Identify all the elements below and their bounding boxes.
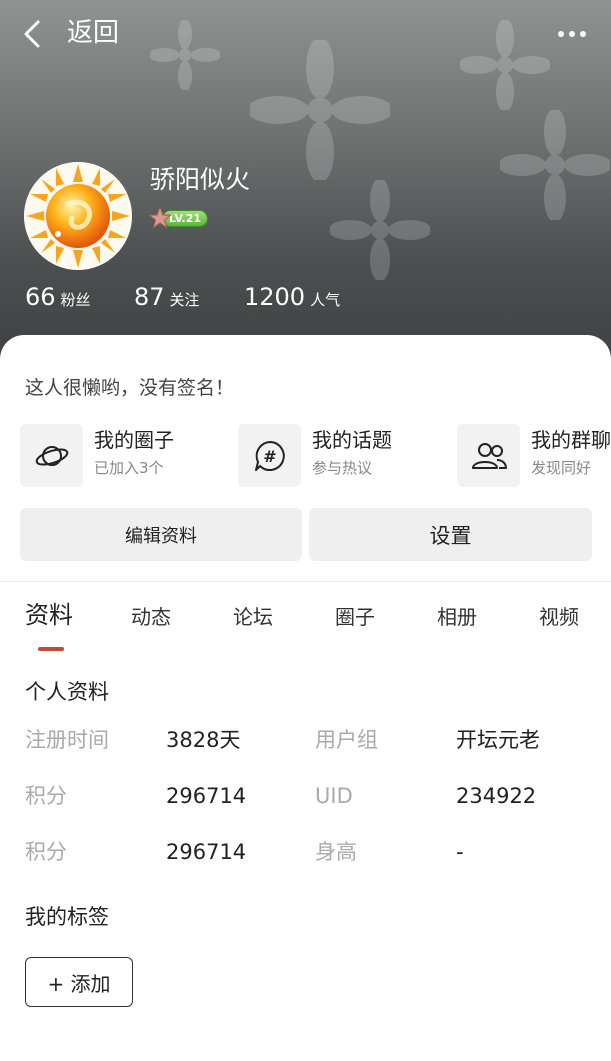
- add-tag-button[interactable]: + 添加: [25, 957, 133, 1007]
- stat-value: 87: [134, 283, 165, 311]
- quick-link-my-circles[interactable]: 我的圈子 已加入3个: [20, 424, 230, 488]
- avatar[interactable]: [24, 162, 132, 270]
- level-label: LV.21: [168, 212, 202, 225]
- back-label[interactable]: 返回: [67, 15, 119, 51]
- signature-text: 这人很懒哟，没有签名！: [25, 377, 235, 399]
- settings-button[interactable]: 设置: [309, 508, 592, 561]
- hashtag-chat-icon: #: [254, 440, 285, 471]
- info-value: -: [456, 840, 464, 864]
- stat-label: 粉丝: [60, 291, 91, 309]
- tab-circles[interactable]: 圈子: [335, 601, 375, 633]
- profile-card: 这人很懒哟，没有签名！ 我的圈子 已加入3个 # 我的话题 参与热议 我的群聊 …: [0, 335, 611, 1061]
- stat-popularity[interactable]: 1200 人气: [244, 280, 340, 314]
- flower-decoration: [330, 180, 430, 280]
- svg-text:#: #: [263, 447, 276, 466]
- edit-profile-button[interactable]: 编辑资料: [20, 508, 302, 561]
- tab-profile-info[interactable]: 资料: [25, 599, 73, 631]
- stat-value: 66: [25, 283, 56, 311]
- planet-icon: [35, 445, 68, 466]
- level-badge: LV.21: [148, 206, 210, 230]
- stat-following[interactable]: 87 关注: [134, 280, 200, 314]
- stat-fans[interactable]: 66 粉丝: [25, 280, 91, 314]
- edit-profile-label: 编辑资料: [125, 525, 197, 547]
- info-value: 开坛元老: [456, 728, 540, 752]
- active-tab-indicator: [38, 647, 64, 651]
- info-label: 身高: [315, 840, 357, 864]
- top-bar: 返回: [0, 0, 611, 68]
- group-users-icon: [471, 442, 507, 469]
- info-label: 注册时间: [25, 728, 109, 752]
- tab-activity[interactable]: 动态: [131, 601, 171, 633]
- profile-stats: 66 粉丝 87 关注 1200 人气: [0, 280, 611, 316]
- stat-label: 关注: [169, 291, 200, 309]
- quick-link-title: 我的圈子: [94, 428, 174, 452]
- info-value: 3828天: [166, 728, 241, 752]
- info-label: UID: [315, 784, 353, 808]
- quick-link-icon-box: [457, 424, 520, 487]
- settings-label: 设置: [429, 523, 472, 548]
- stat-label: 人气: [310, 291, 341, 309]
- back-arrow-icon[interactable]: [18, 18, 48, 50]
- sun-avatar-image: [24, 162, 132, 270]
- tab-video[interactable]: 视频: [539, 601, 579, 633]
- more-options-icon[interactable]: [552, 22, 592, 46]
- tab-album[interactable]: 相册: [437, 601, 477, 633]
- info-label: 用户组: [315, 728, 378, 752]
- quick-link-icon-box: [20, 424, 83, 487]
- quick-link-subtitle: 参与热议: [312, 459, 373, 477]
- quick-link-my-topics[interactable]: # 我的话题 参与热议: [238, 424, 448, 488]
- quick-link-subtitle: 已加入3个: [94, 459, 164, 477]
- profile-tabs: 资料 动态 论坛 圈子 相册 视频: [0, 597, 611, 653]
- quick-link-my-groups[interactable]: 我的群聊 发现同好: [457, 424, 611, 488]
- section-divider: [0, 581, 611, 582]
- flower-decoration: [500, 110, 610, 220]
- info-label: 积分: [25, 784, 67, 808]
- info-value: 296714: [166, 840, 247, 864]
- info-label: 积分: [25, 840, 67, 864]
- add-tag-label: + 添加: [47, 971, 111, 996]
- my-tags-title: 我的标签: [25, 905, 109, 929]
- star-icon: [148, 206, 172, 230]
- quick-link-subtitle: 发现同好: [531, 459, 592, 477]
- personal-info-title: 个人资料: [25, 680, 109, 704]
- quick-link-title: 我的话题: [312, 428, 392, 452]
- info-value: 296714: [166, 784, 247, 808]
- info-value: 234922: [456, 784, 537, 808]
- tab-forum[interactable]: 论坛: [233, 601, 273, 633]
- quick-link-icon-box: #: [238, 424, 301, 487]
- stat-value: 1200: [244, 283, 306, 311]
- quick-link-title: 我的群聊: [531, 428, 611, 452]
- username: 骄阳似火: [150, 165, 251, 194]
